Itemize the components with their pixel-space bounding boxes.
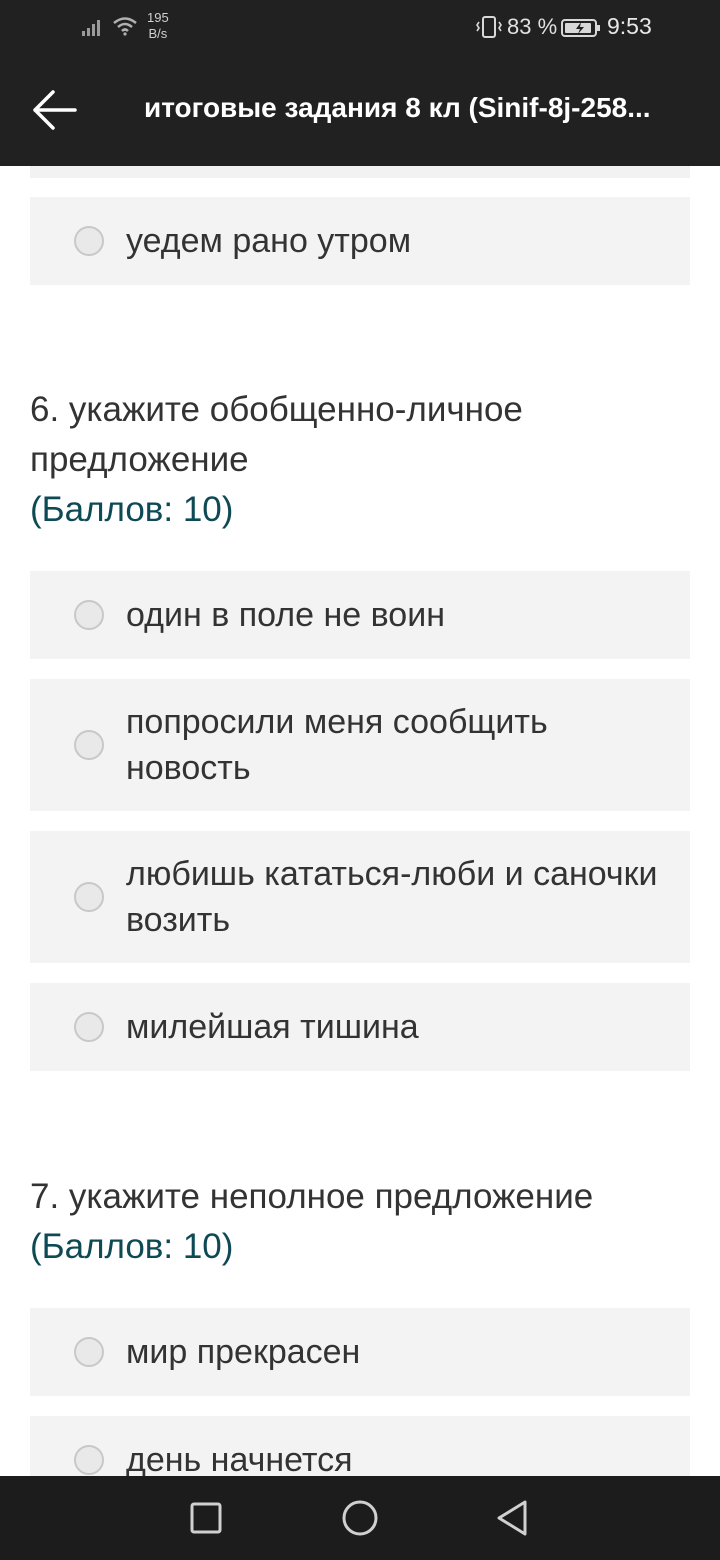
radio-button[interactable] <box>74 600 104 630</box>
option-label: любишь кататься-люби и саночки возить <box>126 855 658 939</box>
radio-button[interactable] <box>74 1445 104 1475</box>
option-label: один в поле не воин <box>126 596 445 634</box>
answer-option[interactable]: любишь кататься-люби и саночки возить <box>30 831 690 963</box>
previous-option-edge <box>30 166 690 178</box>
option-label: мир прекрасен <box>126 1333 361 1371</box>
option-label: милейшая тишина <box>126 1008 419 1046</box>
option-label: уедем рано утром <box>126 222 412 260</box>
question-points: (Баллов: 10) <box>30 490 234 529</box>
status-bar: 195 B/s 83 % 9:53 <box>0 0 720 56</box>
battery-icon <box>561 19 600 37</box>
answer-option[interactable]: уедем рано утром <box>30 197 690 285</box>
answer-option[interactable]: день начнется <box>30 1416 690 1476</box>
vibrate-icon <box>476 16 502 38</box>
app-bar: 195 B/s 83 % 9:53 итоговые задания 8 кл … <box>0 0 720 166</box>
signal-icon <box>82 20 100 36</box>
answer-option[interactable]: мир прекрасен <box>30 1308 690 1396</box>
home-button[interactable] <box>338 1496 382 1540</box>
triangle-back-icon <box>497 1500 527 1536</box>
square-recent-icon <box>190 1502 222 1534</box>
wifi-icon <box>113 17 137 36</box>
page-title: итоговые задания 8 кл (Sinif-8j-258... <box>144 92 651 123</box>
answer-option[interactable]: один в поле не воин <box>30 571 690 659</box>
quiz-content: уедем рано утром 6. укажите обобщенно-ли… <box>0 166 720 1476</box>
recent-apps-button[interactable] <box>184 1496 228 1540</box>
battery-percent: 83 % <box>507 14 558 39</box>
radio-button[interactable] <box>74 1337 104 1367</box>
system-nav-bar <box>0 1476 720 1560</box>
system-back-button[interactable] <box>490 1496 534 1540</box>
network-speed-unit: B/s <box>148 26 168 41</box>
answer-option[interactable]: попросили меня сообщить новость <box>30 679 690 811</box>
radio-button[interactable] <box>74 882 104 912</box>
network-speed-value: 195 <box>147 10 169 25</box>
question-points: (Баллов: 10) <box>30 1227 234 1266</box>
arrow-left-icon <box>33 90 77 130</box>
question-title: 6. укажите обобщенно-личное предложение <box>30 390 523 479</box>
radio-button[interactable] <box>74 226 104 256</box>
option-label: попросили меня сообщить новость <box>126 703 548 787</box>
network-speed: 195 B/s <box>147 10 169 42</box>
radio-button[interactable] <box>74 730 104 760</box>
radio-button[interactable] <box>74 1012 104 1042</box>
back-button[interactable] <box>22 80 86 140</box>
answer-option[interactable]: милейшая тишина <box>30 983 690 1071</box>
option-label: день начнется <box>126 1441 353 1476</box>
clock: 9:53 <box>607 13 652 39</box>
question-title: 7. укажите неполное предложение <box>30 1177 594 1216</box>
circle-home-icon <box>342 1500 378 1536</box>
